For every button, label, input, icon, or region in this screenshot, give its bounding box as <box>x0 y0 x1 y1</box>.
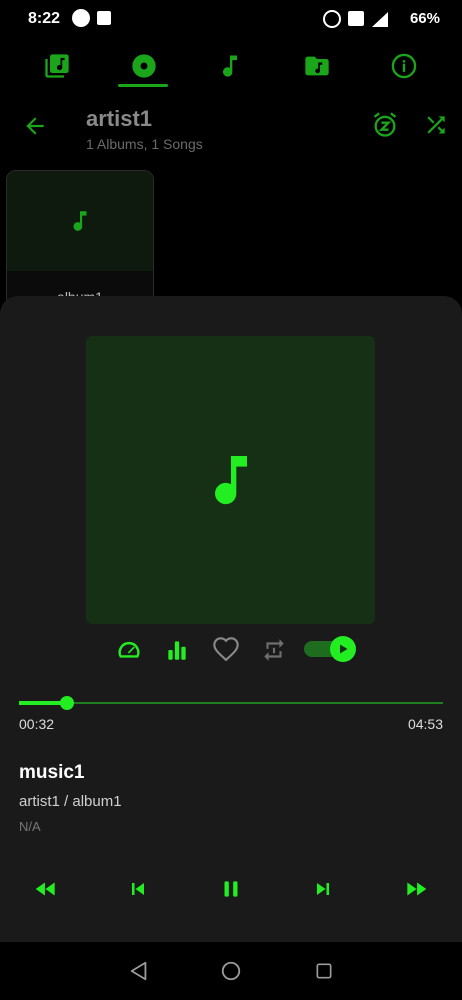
playback-speed-button[interactable] <box>111 634 147 666</box>
signal-icon <box>372 12 388 27</box>
seek-bar-thumb[interactable] <box>59 696 74 710</box>
shuffle-button[interactable] <box>421 110 451 140</box>
heart-icon <box>213 637 239 662</box>
equalizer-icon <box>168 641 186 660</box>
skip-previous-icon <box>132 883 144 895</box>
image-icon <box>97 11 111 25</box>
rewind-button[interactable] <box>26 872 66 906</box>
song-artist-album: artist1 / album1 <box>19 793 122 810</box>
tab-selected-indicator <box>118 84 168 87</box>
tab-songs[interactable] <box>210 46 250 86</box>
volte-icon <box>348 11 364 26</box>
nav-back-icon <box>130 961 147 981</box>
pause-icon <box>224 881 238 897</box>
album-card[interactable]: album1 <box>6 170 154 312</box>
sleep-timer-button[interactable] <box>370 110 400 140</box>
music-note-icon <box>214 456 247 505</box>
tab-folders[interactable] <box>297 46 337 86</box>
nav-home-icon <box>221 961 241 981</box>
rewind-icon <box>35 882 55 896</box>
battery-level: 66% <box>409 10 440 27</box>
status-bar: 8:22 66% <box>0 0 462 38</box>
notification-f-icon <box>72 9 90 27</box>
album-art <box>7 171 153 271</box>
favorite-button[interactable] <box>208 634 244 666</box>
arrow-left-icon <box>26 117 44 135</box>
nav-recents-button[interactable] <box>309 956 339 986</box>
repeat-button[interactable] <box>256 634 292 666</box>
disc-icon <box>132 54 156 78</box>
library-icon <box>45 54 69 78</box>
tab-library[interactable] <box>37 46 77 86</box>
play-icon <box>340 644 348 654</box>
elapsed-time: 00:32 <box>19 716 55 732</box>
nav-back-button[interactable] <box>124 956 154 986</box>
fast-forward-button[interactable] <box>396 872 436 906</box>
fast-forward-icon <box>407 882 427 896</box>
repeat-icon <box>264 639 284 661</box>
pause-button[interactable] <box>211 872 251 906</box>
tab-info[interactable] <box>384 46 424 86</box>
info-icon <box>391 53 417 79</box>
previous-button[interactable] <box>118 872 158 906</box>
music-note-icon <box>223 55 237 77</box>
seek-bar[interactable] <box>19 702 443 704</box>
status-time: 8:22 <box>28 10 61 27</box>
next-button[interactable] <box>303 872 343 906</box>
nav-home-button[interactable] <box>216 956 246 986</box>
song-title: music1 <box>19 762 85 783</box>
music-note-icon <box>73 211 87 231</box>
alarm-z-icon <box>373 112 397 137</box>
page-subtitle: 1 Albums, 1 Songs <box>86 136 203 152</box>
tab-albums[interactable] <box>124 46 164 86</box>
folder-music-icon <box>305 56 329 76</box>
page-title: artist1 <box>86 106 153 131</box>
equalizer-button[interactable] <box>159 634 195 666</box>
speed-icon <box>118 641 140 658</box>
autoplay-toggle-knob[interactable] <box>330 636 356 662</box>
nav-recents-icon <box>316 963 332 979</box>
back-button[interactable] <box>20 112 50 140</box>
shuffle-icon <box>427 116 445 134</box>
song-extra-info: N/A <box>19 819 41 834</box>
skip-next-icon <box>317 883 329 895</box>
player-album-art <box>86 336 375 624</box>
alarm-icon <box>323 10 341 28</box>
total-time: 04:53 <box>407 716 443 732</box>
